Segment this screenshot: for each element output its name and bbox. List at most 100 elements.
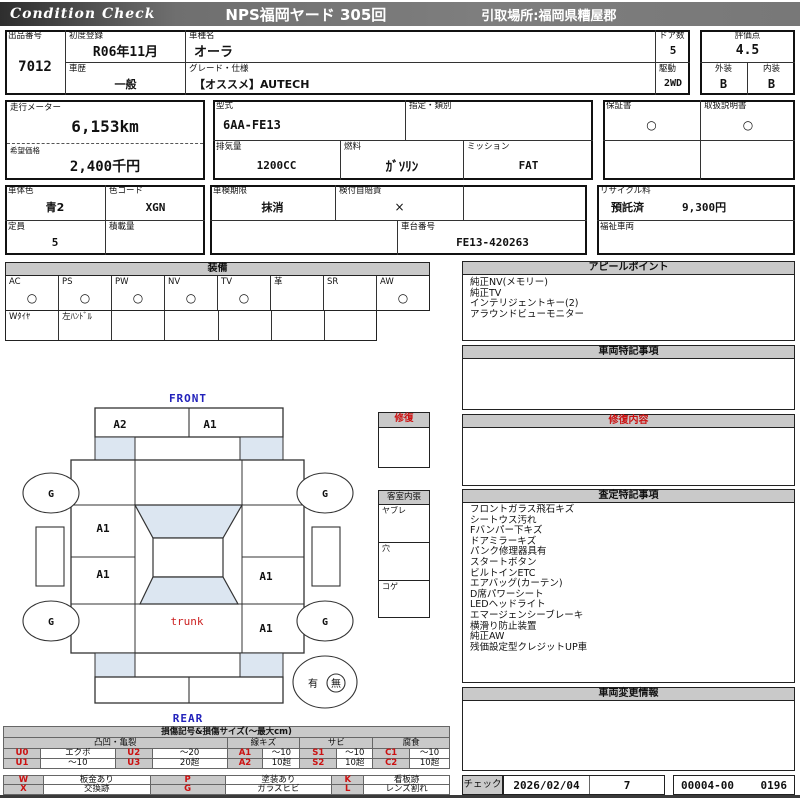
equipment-mark: ○ — [238, 291, 250, 305]
damage-code-left-front-door: A1 — [96, 522, 110, 535]
model-code-value: 6AA-FE13 — [223, 117, 281, 132]
lot-number-cell: 出品番号 7012 — [5, 30, 65, 95]
damage-code-right-fender: A1 — [259, 622, 273, 635]
legend-code: A2 — [227, 759, 264, 769]
equipment-row-2: Wﾀｲﾔ 左ﾊﾝﾄﾞﾙ — [5, 311, 377, 341]
history-cell: 車歴 一般 — [65, 62, 185, 95]
legend-code: U1 — [4, 759, 41, 769]
equipment-cell: PS ○ — [59, 276, 112, 310]
interior-trim-box: 客室内張 ヤブレ 穴 コゲ — [378, 490, 430, 618]
divider — [7, 143, 203, 144]
pickup-location: 引取場所:福岡県糟屋郡 — [481, 8, 617, 24]
repair-content-title: 修復内容 — [462, 414, 795, 428]
score-value: 4.5 — [735, 43, 760, 58]
doors-value: 5 — [669, 44, 677, 57]
auction-condition-sheet: Condition Check NPS福岡ヤード 305回 引取場所:福岡県糟屋… — [0, 0, 800, 800]
color-code-cell: 色コード XGN — [105, 185, 205, 220]
equipment-mark: ○ — [132, 291, 144, 305]
model-name-cell: 車種名 オーラ — [185, 30, 655, 62]
change-info-body — [462, 701, 795, 771]
sheet-code-box: 00004-00 0196 — [673, 775, 795, 795]
legend-desc: 10超 — [410, 759, 451, 769]
legend-desc: 20超 — [152, 759, 228, 769]
equipment-cell — [112, 311, 166, 340]
interior-grade-value: B — [767, 76, 776, 91]
odometer-box: 走行メーター 6,153km 希望価格 2,400千円 — [5, 100, 205, 180]
damage-code-left-rear-door: A1 — [96, 568, 110, 581]
equipment-cell: TV ○ — [218, 276, 271, 310]
check-date-box: 2026/02/04 7 — [503, 775, 665, 795]
score-cell: 評価点 4.5 — [700, 30, 795, 62]
welfare-value — [597, 230, 795, 255]
equipment-cell — [272, 311, 325, 340]
interior-trim-title: 客室内張 — [378, 490, 430, 505]
equipment-cell: PW ○ — [112, 276, 165, 310]
equipment-mark — [324, 286, 376, 310]
transmission-cell: ミッション FAT — [463, 140, 593, 180]
legend-desc: 〜10 — [40, 759, 116, 769]
interior-trim-row-burn: コゲ — [378, 581, 430, 618]
spare-no-label: 無 — [331, 677, 341, 690]
legend-desc: 10超 — [337, 759, 374, 769]
damage-code-front-right: A1 — [203, 418, 217, 431]
special-notes-body — [462, 359, 795, 410]
assessment-item: フロントガラス飛石キズ — [470, 504, 575, 515]
warranty-mark: ○ — [646, 117, 657, 132]
change-info-title: 車両変更情報 — [462, 687, 795, 701]
front-label: FRONT — [169, 392, 207, 405]
title-bar: Condition Check NPS福岡ヤード 305回 引取場所:福岡県糟屋… — [0, 2, 800, 26]
repair-content-body — [462, 428, 795, 486]
equipment-cell — [325, 311, 376, 340]
price-value: 2,400千円 — [69, 159, 141, 175]
inspection-cell: 車検期限 抹消 — [210, 185, 335, 220]
appeal-item: 純正NV(メモリー) — [470, 277, 549, 288]
recycle-cell: リサイクル料 預託済 9,300円 — [597, 185, 795, 220]
inspection-value: 抹消 — [261, 201, 284, 214]
empty-cell — [463, 185, 587, 220]
drive-cell: 駆動 2WD — [655, 62, 690, 95]
spare-yes-label: 有 — [308, 677, 318, 690]
sheet-page: 0196 — [760, 778, 788, 792]
equipment-mark: ○ — [79, 291, 91, 305]
recycle-fee: 9,300円 — [682, 201, 727, 214]
legend-row-2: W 板金あり P 塗装あり K 看板跡 — [3, 775, 451, 785]
equipment-label: Wﾀｲﾔ — [9, 312, 31, 322]
body-color-cell: 車体色 青2 — [5, 185, 105, 220]
legend-row: U1 〜10 U3 20超 A2 10超 S2 10超 C2 10超 — [3, 759, 451, 769]
insurance-mark: × — [394, 200, 405, 214]
grade-value: 【オススメ】AUTECH — [194, 77, 310, 91]
equipment-cell: Wﾀｲﾔ — [6, 311, 60, 340]
equipment-cell: AW ○ — [377, 276, 429, 310]
legend-row-2: X 交換跡 G ガラスヒビ L レンズ割れ — [3, 785, 451, 795]
welfare-cell: 福祉車両 — [597, 220, 795, 255]
check-label: チェック — [462, 775, 503, 795]
load-cell: 積載量 — [105, 220, 205, 255]
legend-code: U3 — [115, 759, 153, 769]
empty-cell — [700, 140, 795, 180]
model-name-value: オーラ — [194, 45, 234, 60]
interior-trim-label: ヤブレ — [382, 506, 406, 515]
legend-code: G — [150, 785, 226, 795]
first-registration-value: R06年11月 — [92, 45, 159, 60]
repair-mini-title: 修復 — [378, 412, 430, 428]
assessment-body: フロントガラス飛石キズ シートウス汚れ Fバンパー下キズ ドアミラーキズ パンク… — [462, 503, 795, 683]
class-cell: 指定・類別 — [405, 100, 593, 140]
equipment-mark: ○ — [397, 291, 409, 305]
appeal-title: アピールポイント — [462, 261, 795, 275]
equipment-cell: 革 — [271, 276, 324, 310]
empty-cell — [210, 220, 397, 255]
legend-code: C2 — [373, 759, 411, 769]
legend-code: L — [332, 785, 365, 795]
chassis-cell: 車台番号 FE13-420263 — [397, 220, 587, 255]
sheet-code: 00004-00 — [681, 778, 734, 792]
assessment-item: エマージェンシーブレーキ — [470, 609, 584, 621]
color-code-value: XGN — [145, 200, 166, 214]
grade-cell: グレード・仕様 【オススメ】AUTECH — [185, 62, 655, 95]
load-value — [106, 230, 205, 255]
equipment-label — [112, 311, 164, 312]
legend-desc: 10超 — [263, 759, 301, 769]
drive-value: 2WD — [663, 78, 683, 89]
insurance-cell: 検付自賠責 × — [335, 185, 463, 220]
interior-grade-cell: 内装 B — [747, 62, 795, 95]
auction-venue: NPS福岡ヤード 305回 — [225, 5, 387, 24]
